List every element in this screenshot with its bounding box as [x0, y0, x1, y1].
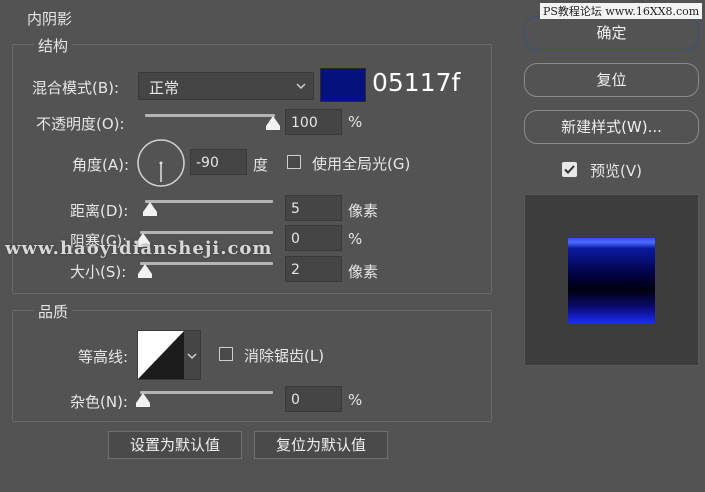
ok-button[interactable]: 确定 — [524, 16, 699, 50]
distance-input[interactable]: 5 — [285, 195, 342, 221]
quality-legend: 品质 — [34, 301, 73, 322]
blend-mode-select[interactable]: 正常 — [138, 72, 314, 100]
blend-mode-label: 混合模式(B): — [32, 79, 120, 97]
noise-slider-thumb[interactable] — [136, 393, 150, 407]
contour-picker[interactable] — [137, 330, 201, 380]
angle-input[interactable]: -90 — [190, 149, 247, 175]
dialog-title: 内阴影 — [27, 10, 73, 28]
chevron-down-icon — [295, 78, 307, 97]
preview-checkbox[interactable] — [562, 162, 577, 177]
contour-preview-icon — [138, 331, 184, 379]
watermark-middle: www.haoyidiansheji.com — [5, 238, 273, 259]
noise-input[interactable]: 0 — [285, 386, 342, 412]
opacity-input[interactable]: 100 — [285, 109, 342, 135]
opacity-slider-thumb[interactable] — [266, 116, 280, 130]
choke-input[interactable]: 0 — [285, 225, 342, 251]
anti-alias-checkbox[interactable] — [219, 347, 233, 361]
global-light-checkbox[interactable] — [287, 155, 301, 169]
checkmark-icon — [564, 165, 575, 174]
size-unit: 像素 — [348, 263, 379, 281]
opacity-unit: % — [348, 113, 363, 131]
preview-label: 预览(V) — [590, 162, 642, 180]
opacity-label: 不透明度(O): — [36, 115, 125, 133]
reset-button[interactable]: 复位 — [524, 63, 699, 97]
noise-unit: % — [348, 391, 363, 409]
chevron-down-icon — [186, 348, 198, 367]
global-light-label: 使用全局光(G) — [312, 155, 411, 173]
choke-unit: % — [348, 230, 363, 248]
noise-label: 杂色(N): — [70, 393, 128, 411]
size-label: 大小(S): — [70, 263, 127, 281]
color-hex-label: 05117f — [372, 68, 461, 97]
structure-legend: 结构 — [34, 35, 73, 56]
shadow-color-swatch[interactable] — [320, 68, 366, 102]
size-slider-track[interactable] — [140, 262, 273, 265]
make-default-button[interactable]: 设置为默认值 — [108, 431, 242, 459]
style-preview-swatch — [568, 238, 655, 324]
choke-slider-track[interactable] — [140, 231, 273, 234]
new-style-button[interactable]: 新建样式(W)... — [524, 110, 699, 144]
reset-to-default-button[interactable]: 复位为默认值 — [254, 431, 388, 459]
distance-unit: 像素 — [348, 202, 379, 220]
size-input[interactable]: 2 — [285, 256, 342, 282]
angle-label: 角度(A): — [72, 156, 130, 174]
distance-slider-track[interactable] — [145, 200, 273, 203]
opacity-slider-track[interactable] — [145, 114, 275, 117]
angle-unit: 度 — [253, 156, 269, 174]
distance-label: 距离(D): — [70, 202, 129, 220]
angle-dial[interactable] — [136, 138, 186, 192]
blend-mode-value: 正常 — [149, 79, 180, 97]
noise-slider-track[interactable] — [140, 391, 273, 394]
size-slider-thumb[interactable] — [138, 264, 152, 278]
distance-slider-thumb[interactable] — [143, 202, 157, 216]
watermark-top-right: PS教程论坛 www.16XX8.com — [540, 3, 703, 19]
anti-alias-label: 消除锯齿(L) — [244, 347, 325, 365]
contour-label: 等高线: — [78, 348, 129, 366]
